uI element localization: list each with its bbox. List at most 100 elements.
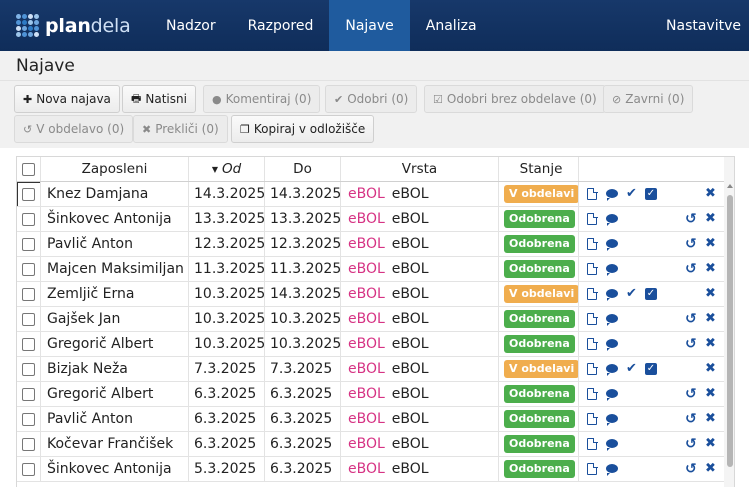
- document-icon[interactable]: [587, 362, 598, 375]
- header-from[interactable]: ▼ Od: [189, 157, 265, 181]
- document-icon[interactable]: [587, 437, 598, 450]
- table-row[interactable]: Pavlič Anton 6.3.2025 6.3.2025 eBOL eBOL Odob…: [17, 407, 724, 432]
- table-row[interactable]: Zemljič Erna 10.3.2025 14.3.2025 eBOL eBOL V …: [17, 282, 724, 307]
- row-checkbox[interactable]: [22, 262, 35, 276]
- comment-icon[interactable]: [606, 313, 618, 326]
- comment-button[interactable]: ● Komentiraj (0): [203, 85, 321, 113]
- comment-icon[interactable]: [606, 263, 618, 276]
- undo-icon[interactable]: ↺: [685, 412, 697, 426]
- close-icon[interactable]: ✖: [705, 312, 716, 325]
- row-checkbox[interactable]: [22, 412, 35, 426]
- row-checkbox[interactable]: [22, 337, 35, 351]
- comment-icon[interactable]: [606, 338, 618, 351]
- table-row[interactable]: Majcen Maksimiljan 11.3.2025 11.3.2025 eBOL…: [17, 257, 724, 282]
- nav-item-nastavitve[interactable]: Nastavitve: [650, 0, 749, 51]
- vertical-scrollbar[interactable]: [724, 157, 734, 487]
- row-checkbox[interactable]: [22, 362, 35, 376]
- undo-icon[interactable]: ↺: [685, 237, 697, 251]
- scroll-up-arrow-icon[interactable]: [727, 184, 733, 188]
- comment-icon[interactable]: [606, 188, 618, 201]
- table-row[interactable]: Šinkovec Antonija 13.3.2025 13.3.2025 eBOL e…: [17, 207, 724, 232]
- approve-check-icon[interactable]: ✔: [626, 362, 637, 375]
- table-row[interactable]: Kočevar Frančišek 6.3.2025 6.3.2025 eBOL eBO…: [17, 432, 724, 457]
- close-icon[interactable]: ✖: [705, 412, 716, 425]
- comment-icon[interactable]: [606, 238, 618, 251]
- approve-box-icon[interactable]: ✓: [645, 363, 657, 375]
- reject-button[interactable]: ⊘ Zavrni (0): [603, 85, 694, 113]
- header-to[interactable]: Do: [265, 157, 341, 181]
- document-icon[interactable]: [587, 237, 598, 250]
- cancel-button[interactable]: ✖ Prekliči (0): [133, 115, 228, 143]
- table-row[interactable]: Gajšek Jan 10.3.2025 10.3.2025 eBOL eBOL Odob…: [17, 307, 724, 332]
- close-icon[interactable]: ✖: [705, 437, 716, 450]
- table-row[interactable]: Gregorič Albert 6.3.2025 6.3.2025 eBOL eBOL O…: [17, 382, 724, 407]
- in-process-button[interactable]: ↺ V obdelavo (0): [14, 115, 134, 143]
- row-checkbox[interactable]: [22, 212, 35, 226]
- comment-icon[interactable]: [606, 463, 618, 476]
- document-icon[interactable]: [587, 187, 598, 200]
- table-row[interactable]: Bizjak Neža 7.3.2025 7.3.2025 eBOL eBOL V obd…: [17, 357, 724, 382]
- new-request-button[interactable]: ✚ Nova najava: [14, 85, 120, 113]
- request-type: eBOL eBOL: [341, 232, 499, 256]
- close-icon[interactable]: ✖: [705, 387, 716, 400]
- row-checkbox[interactable]: [22, 237, 35, 251]
- undo-icon[interactable]: ↺: [685, 437, 697, 451]
- document-icon[interactable]: [587, 312, 598, 325]
- undo-icon[interactable]: ↺: [685, 337, 697, 351]
- header-type[interactable]: Vrsta: [341, 157, 499, 181]
- comment-icon[interactable]: [606, 363, 618, 376]
- brand-logo[interactable]: plandela: [0, 0, 150, 51]
- scrollbar-thumb[interactable]: [727, 195, 733, 467]
- close-icon[interactable]: ✖: [705, 287, 716, 300]
- document-icon[interactable]: [587, 387, 598, 400]
- status-badge: V obdelavi: [504, 360, 578, 378]
- nav-item-najave[interactable]: Najave: [329, 0, 410, 51]
- table-row[interactable]: Pavlič Anton 12.3.2025 12.3.2025 eBOL eBOL Od…: [17, 232, 724, 257]
- document-icon[interactable]: [587, 262, 598, 275]
- nav-item-razpored[interactable]: Razpored: [232, 0, 330, 51]
- comment-icon[interactable]: [606, 213, 618, 226]
- select-all-checkbox[interactable]: [22, 162, 35, 176]
- row-checkbox[interactable]: [22, 312, 35, 326]
- close-icon[interactable]: ✖: [705, 262, 716, 275]
- close-icon[interactable]: ✖: [705, 337, 716, 350]
- undo-icon[interactable]: ↺: [685, 262, 697, 276]
- row-checkbox[interactable]: [22, 387, 35, 401]
- approve-check-icon[interactable]: ✔: [626, 187, 637, 200]
- close-icon[interactable]: ✖: [705, 362, 716, 375]
- comment-icon[interactable]: [606, 288, 618, 301]
- row-checkbox[interactable]: [22, 287, 35, 301]
- approve-button[interactable]: ✔ Odobri (0): [325, 85, 418, 113]
- header-status[interactable]: Stanje: [499, 157, 579, 181]
- undo-icon[interactable]: ↺: [685, 212, 697, 226]
- header-employee[interactable]: Zaposleni: [41, 157, 189, 181]
- approve-box-icon[interactable]: ✓: [645, 188, 657, 200]
- undo-icon[interactable]: ↺: [685, 462, 697, 476]
- table-row[interactable]: Gregorič Albert 10.3.2025 10.3.2025 eBOL eBO…: [17, 332, 724, 357]
- row-checkbox[interactable]: [22, 462, 35, 476]
- close-icon[interactable]: ✖: [705, 187, 716, 200]
- comment-icon[interactable]: [606, 413, 618, 426]
- close-icon[interactable]: ✖: [705, 462, 716, 475]
- print-button[interactable]: 🖶 Natisni: [122, 85, 196, 113]
- close-icon[interactable]: ✖: [705, 237, 716, 250]
- comment-icon[interactable]: [606, 438, 618, 451]
- document-icon[interactable]: [587, 212, 598, 225]
- comment-icon[interactable]: [606, 388, 618, 401]
- copy-to-clipboard-button[interactable]: ❐ Kopiraj v odložišče: [231, 115, 375, 143]
- nav-item-analiza[interactable]: Analiza: [410, 0, 493, 51]
- nav-item-nadzor[interactable]: Nadzor: [150, 0, 232, 51]
- approve-box-icon[interactable]: ✓: [645, 288, 657, 300]
- document-icon[interactable]: [587, 287, 598, 300]
- undo-icon[interactable]: ↺: [685, 312, 697, 326]
- approve-without-processing-button[interactable]: ☑ Odobri brez obdelave (0): [424, 85, 606, 113]
- approve-check-icon[interactable]: ✔: [626, 287, 637, 300]
- close-icon[interactable]: ✖: [705, 212, 716, 225]
- row-checkbox[interactable]: [22, 437, 35, 451]
- table-row[interactable]: Šinkovec Antonija 5.3.2025 6.3.2025 eBOL eBO…: [17, 457, 724, 482]
- document-icon[interactable]: [587, 462, 598, 475]
- document-icon[interactable]: [587, 412, 598, 425]
- document-icon[interactable]: [587, 337, 598, 350]
- table-row[interactable]: Knez Damjana 14.3.2025 14.3.2025 eBOL eBOL V …: [17, 182, 724, 207]
- undo-icon[interactable]: ↺: [685, 387, 697, 401]
